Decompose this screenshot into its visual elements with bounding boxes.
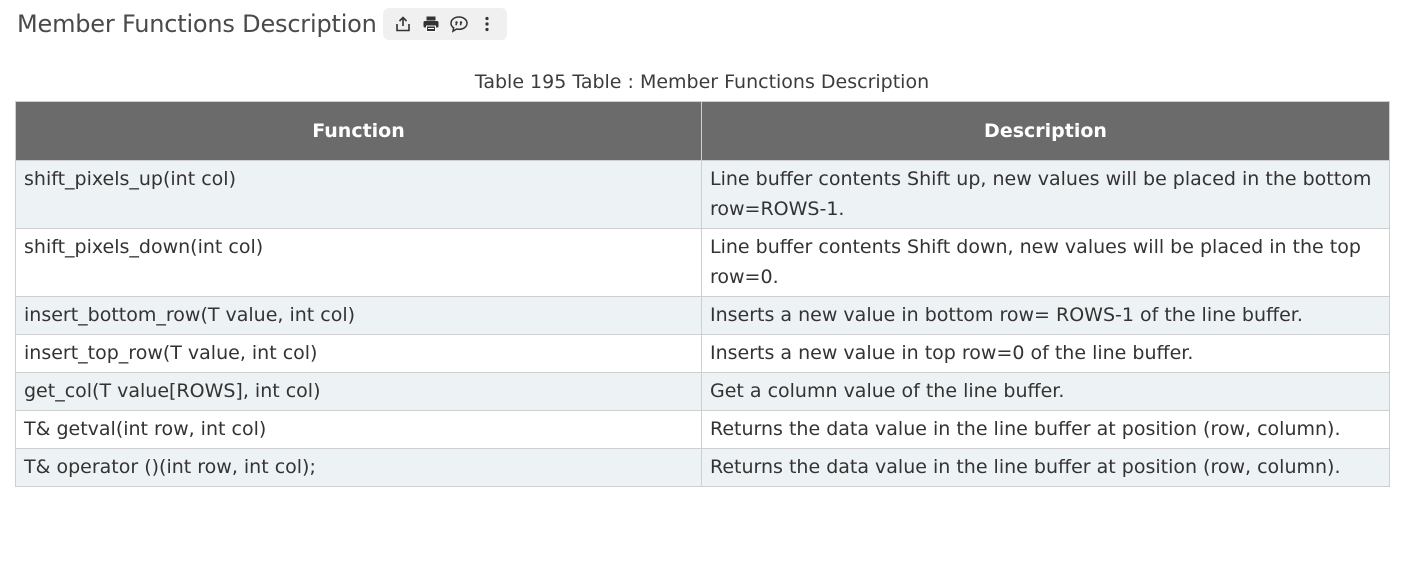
table-row: shift_pixels_down(int col) Line buffer c… <box>15 228 1390 297</box>
description-cell: Returns the data value in the line buffe… <box>701 410 1390 449</box>
function-cell: insert_top_row(T value, int col) <box>15 334 702 373</box>
table-row: insert_top_row(T value, int col) Inserts… <box>15 334 1390 373</box>
column-header-description: Description <box>701 101 1390 161</box>
description-cell: Line buffer contents Shift down, new val… <box>701 228 1390 297</box>
print-icon[interactable] <box>417 10 445 38</box>
table-row: insert_bottom_row(T value, int col) Inse… <box>15 296 1390 335</box>
description-cell: Line buffer contents Shift up, new value… <box>701 160 1390 229</box>
function-cell: get_col(T value[ROWS], int col) <box>15 372 702 411</box>
table-row: T& operator ()(int row, int col); Return… <box>15 448 1390 487</box>
description-cell: Inserts a new value in bottom row= ROWS-… <box>701 296 1390 335</box>
toolbar <box>382 8 507 40</box>
table-header-row: Function Description <box>15 101 1390 161</box>
table-row: get_col(T value[ROWS], int col) Get a co… <box>15 372 1390 411</box>
table-caption: Table 195 Table : Member Functions Descr… <box>474 71 930 93</box>
description-cell: Returns the data value in the line buffe… <box>701 448 1390 487</box>
share-icon[interactable] <box>389 10 417 38</box>
function-cell: shift_pixels_up(int col) <box>15 160 702 229</box>
feedback-icon[interactable] <box>445 10 473 38</box>
page-title: Member Functions Description <box>17 10 377 38</box>
function-cell: T& getval(int row, int col) <box>15 410 702 449</box>
table-row: T& getval(int row, int col) Returns the … <box>15 410 1390 449</box>
description-cell: Get a column value of the line buffer. <box>701 372 1390 411</box>
more-icon[interactable] <box>473 10 501 38</box>
column-header-function: Function <box>15 101 702 161</box>
heading-row: Member Functions Description <box>17 6 507 42</box>
description-cell: Inserts a new value in top row=0 of the … <box>701 334 1390 373</box>
member-functions-table: Function Description shift_pixels_up(int… <box>15 101 1390 487</box>
function-cell: shift_pixels_down(int col) <box>15 228 702 297</box>
function-cell: T& operator ()(int row, int col); <box>15 448 702 487</box>
table-row: shift_pixels_up(int col) Line buffer con… <box>15 160 1390 229</box>
function-cell: insert_bottom_row(T value, int col) <box>15 296 702 335</box>
